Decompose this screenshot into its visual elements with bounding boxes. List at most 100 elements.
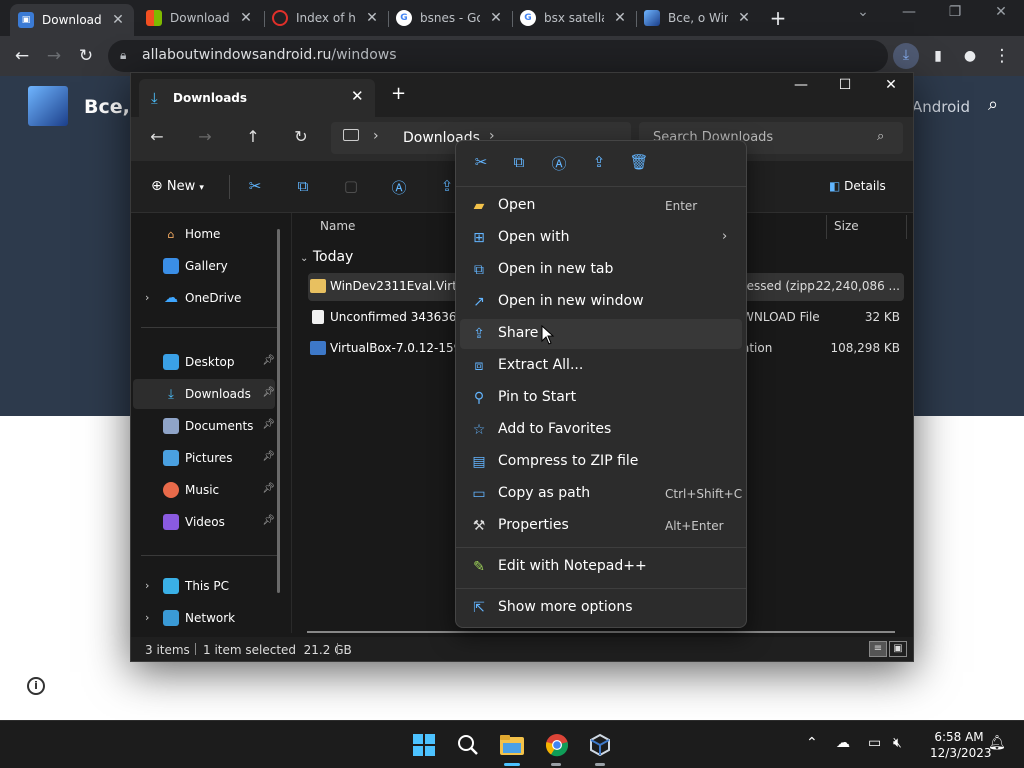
nav-item-documents[interactable]: Documents 📌︎: [133, 411, 275, 441]
site-logo[interactable]: [28, 86, 68, 126]
minimize-icon[interactable]: —: [886, 4, 932, 20]
menu-item-pin-to-start[interactable]: ⚲ Pin to Start: [460, 383, 742, 413]
download-icon[interactable]: ⤓: [893, 43, 919, 69]
rename-icon[interactable]: Ⓐ: [548, 153, 570, 174]
lock-icon[interactable]: 🔒︎: [120, 48, 126, 63]
explorer-tab[interactable]: ⤓ Downloads ✕: [139, 79, 375, 117]
menu-item-properties[interactable]: ⚒ Properties Alt+Enter: [460, 511, 742, 541]
new-button[interactable]: ⊕ New ▾: [151, 178, 204, 194]
nav-item-gallery[interactable]: Gallery: [133, 251, 275, 281]
nav-item-onedrive[interactable]: › ☁ OneDrive: [133, 283, 275, 313]
rename-icon[interactable]: Ⓐ: [387, 177, 411, 198]
pin-icon[interactable]: 📌︎: [262, 387, 275, 398]
new-tab-button[interactable]: +: [391, 83, 406, 104]
pin-icon[interactable]: 📌︎: [262, 451, 275, 462]
cut-icon[interactable]: ✂: [243, 177, 267, 195]
close-icon[interactable]: ✕: [488, 10, 504, 26]
notification-bell-icon[interactable]: 🔔︎: [988, 735, 1006, 751]
browser-tab-download[interactable]: Download ✕: [138, 4, 262, 32]
column-header-name[interactable]: Name: [320, 219, 355, 233]
close-icon[interactable]: ✕: [110, 12, 126, 28]
close-icon[interactable]: ✕: [238, 10, 254, 26]
browser-tab-bsnes[interactable]: G bsnes - Go ✕: [388, 4, 512, 32]
minimize-icon[interactable]: —: [781, 77, 821, 93]
close-icon[interactable]: ✕: [978, 4, 1024, 20]
refresh-icon[interactable]: ↻: [289, 127, 313, 146]
chevron-right-icon[interactable]: ›: [145, 291, 149, 304]
close-icon[interactable]: ✕: [351, 87, 364, 105]
nav-item-network[interactable]: › Network: [133, 603, 275, 633]
back-arrow-icon[interactable]: ←: [145, 127, 169, 146]
menu-item-open-new-window[interactable]: ↗ Open in new window: [460, 287, 742, 317]
file-explorer-icon[interactable]: [498, 731, 526, 759]
profile-icon[interactable]: ●: [958, 44, 982, 68]
chevron-right-icon[interactable]: ›: [373, 128, 379, 144]
nav-item-home[interactable]: ⌂ Home: [133, 219, 275, 249]
menu-item-open-new-tab[interactable]: ⧉ Open in new tab: [460, 255, 742, 285]
search-icon[interactable]: ⌕: [988, 94, 998, 115]
windows-start-icon[interactable]: [410, 731, 438, 759]
forward-arrow-icon[interactable]: →: [193, 127, 217, 146]
maximize-icon[interactable]: ☐: [825, 77, 865, 93]
menu-item-edit-notepadpp[interactable]: ✎ Edit with Notepad++: [460, 552, 742, 582]
navpane-scrollbar[interactable]: [277, 229, 280, 593]
restore-icon[interactable]: ❐: [932, 4, 978, 20]
menu-item-show-more-options[interactable]: ⇱ Show more options: [460, 593, 742, 623]
details-button[interactable]: ◧ Details: [829, 179, 886, 193]
menu-item-extract-all[interactable]: ⧈ Extract All...: [460, 351, 742, 381]
share-icon[interactable]: ⇪: [588, 153, 610, 171]
pin-icon[interactable]: 📌︎: [262, 483, 275, 494]
menu-item-share[interactable]: ⇪ Share: [460, 319, 742, 349]
details-view-icon[interactable]: ≡: [869, 641, 887, 657]
onedrive-icon[interactable]: ☁: [836, 735, 850, 751]
menu-dots-icon[interactable]: ⋮: [990, 44, 1014, 68]
column-divider[interactable]: [826, 215, 827, 239]
menu-item-compress-zip[interactable]: ▤ Compress to ZIP file: [460, 447, 742, 477]
pin-icon[interactable]: 📌︎: [262, 419, 275, 430]
site-nav-android[interactable]: Android: [912, 98, 970, 116]
close-icon[interactable]: ✕: [736, 10, 752, 26]
group-header-today[interactable]: ⌄ Today: [300, 249, 353, 265]
chevron-up-icon[interactable]: ⌃: [806, 735, 818, 751]
pin-icon[interactable]: 📌︎: [262, 515, 275, 526]
chevron-right-icon[interactable]: ›: [145, 579, 149, 592]
forward-arrow-icon[interactable]: →: [42, 44, 66, 68]
nav-item-desktop[interactable]: Desktop 📌︎: [133, 347, 275, 377]
tiles-view-icon[interactable]: ▣: [889, 641, 907, 657]
pin-icon[interactable]: 📌︎: [262, 355, 275, 366]
side-panel-icon[interactable]: ▮: [926, 44, 950, 68]
url-text[interactable]: allaboutwindowsandroid.ru/windows: [142, 47, 397, 63]
browser-tab-downloads[interactable]: ▣ Downloads ✕: [10, 4, 134, 36]
network-icon[interactable]: ▭: [868, 735, 881, 751]
new-tab-button[interactable]: +: [766, 6, 790, 30]
delete-icon[interactable]: 🗑︎: [628, 153, 650, 171]
close-icon[interactable]: ✕: [364, 10, 380, 26]
back-arrow-icon[interactable]: ←: [10, 44, 34, 68]
nav-item-music[interactable]: Music 📌︎: [133, 475, 275, 505]
cut-icon[interactable]: ✂: [470, 153, 492, 171]
copy-icon[interactable]: ⧉: [508, 153, 530, 171]
browser-tab-bsx[interactable]: G bsx satella ✕: [512, 4, 636, 32]
up-arrow-icon[interactable]: ↑: [241, 127, 265, 146]
menu-item-copy-as-path[interactable]: ▭ Copy as path Ctrl+Shift+C: [460, 479, 742, 509]
reload-icon[interactable]: ↻: [74, 44, 98, 68]
nav-item-pictures[interactable]: Pictures 📌︎: [133, 443, 275, 473]
close-icon[interactable]: ✕: [612, 10, 628, 26]
horizontal-scrollbar[interactable]: [307, 631, 895, 633]
close-icon[interactable]: ✕: [871, 77, 911, 93]
menu-item-open-with[interactable]: ⊞ Open with ›: [460, 223, 742, 253]
menu-item-open[interactable]: ▰ Open Enter: [460, 191, 742, 221]
nav-item-videos[interactable]: Videos 📌︎: [133, 507, 275, 537]
virtualbox-icon[interactable]: [586, 731, 614, 759]
menu-item-add-to-favorites[interactable]: ☆ Add to Favorites: [460, 415, 742, 445]
column-divider[interactable]: [906, 215, 907, 239]
system-clock[interactable]: 6:58 AM 12/3/2023: [930, 729, 992, 761]
paste-icon[interactable]: ▢: [339, 177, 363, 195]
volume-muted-icon[interactable]: 🔇︎: [893, 735, 902, 751]
column-header-size[interactable]: Size: [834, 219, 859, 233]
chevron-down-icon[interactable]: ⌄: [840, 4, 886, 20]
copy-icon[interactable]: ⧉: [291, 177, 315, 195]
chrome-icon[interactable]: [543, 731, 571, 759]
info-icon[interactable]: i: [27, 677, 45, 695]
search-icon[interactable]: [454, 731, 482, 759]
